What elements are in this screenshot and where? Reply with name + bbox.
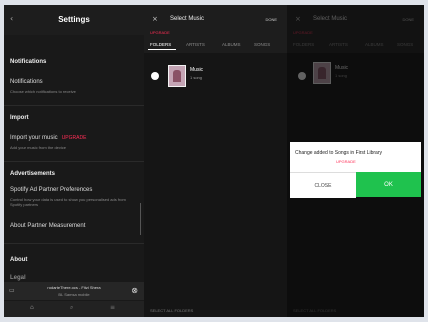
mini-player-subtitle: BL Samsa mobile (58, 292, 90, 297)
bottom-tab-bar: ⌂ ⌕ ≡ (4, 301, 144, 317)
dialog-upgrade-label: UPGRADE (336, 159, 356, 164)
folder-subtitle: 1 song (190, 75, 203, 80)
close-icon: × (295, 15, 301, 23)
divider (4, 105, 144, 106)
folder-artwork (313, 62, 331, 84)
select-music-header: × Select Music DONE UPGRADE FOLDERS ARTI… (287, 5, 424, 53)
section-header-about: About (10, 257, 28, 263)
partner-measurement-item[interactable]: About Partner Measurement (10, 223, 85, 229)
page-title: Select Music (170, 16, 205, 22)
tab-songs[interactable]: SONGS (254, 42, 270, 47)
tab-songs: SONGS (397, 42, 414, 47)
tab-artists[interactable]: ARTISTS (186, 42, 205, 47)
import-item-label: Import your music (10, 135, 58, 141)
notifications-subtitle: Choose which notifications to receive (10, 89, 76, 94)
select-music-screen: × Select Music DONE UPGRADE FOLDERS ARTI… (144, 5, 287, 317)
import-item[interactable]: Import your music UPGRADE (10, 135, 86, 141)
folder-title: Music (190, 67, 204, 73)
select-all-folders-button[interactable]: SELECT ALL FOLDERS (150, 308, 193, 313)
scrollbar[interactable] (140, 203, 141, 235)
active-tab-indicator (148, 49, 176, 50)
radio-button (298, 72, 306, 80)
import-subtitle: Add your music from the device (10, 145, 67, 150)
settings-screen: ‹ Settings Notifications Notifications C… (4, 5, 144, 317)
upgrade-label: UPGRADE (293, 30, 313, 35)
done-button[interactable]: DONE (265, 17, 277, 22)
folder-title: Music (335, 65, 349, 71)
tab-artists: ARTISTS (329, 42, 348, 47)
ok-button[interactable]: OK (356, 172, 421, 197)
tab-albums: ALBUMS (365, 42, 384, 47)
divider (4, 243, 144, 244)
home-icon[interactable]: ⌂ (30, 305, 34, 311)
dialog-message: Change added to Songs in First Library (295, 150, 382, 156)
section-header-import: Import (10, 115, 29, 121)
select-music-header: × Select Music DONE UPGRADE FOLDERS ARTI… (144, 5, 287, 53)
section-header-advertisements: Advertisements (10, 171, 56, 177)
folder-artwork (168, 65, 186, 87)
page-title: Select Music (313, 16, 348, 22)
divider (4, 161, 144, 162)
folder-subtitle: 1 song (335, 73, 348, 78)
tab-albums[interactable]: ALBUMS (222, 42, 241, 47)
mini-player-title: rodarteThere.ocs - Fitzi Shera (47, 285, 101, 290)
page-title: Settings (58, 15, 90, 24)
confirmation-dialog: Change added to Songs in First Library U… (290, 142, 421, 198)
close-icon[interactable]: × (152, 16, 158, 23)
ad-partner-preferences-item[interactable]: Spotify Ad Partner Preferences (10, 187, 92, 193)
search-icon[interactable]: ⌕ (70, 305, 73, 311)
section-header-notifications: Notifications (10, 59, 47, 65)
tab-folders: FOLDERS (293, 42, 315, 47)
library-icon[interactable]: ≡ (110, 305, 115, 311)
section-header-legal: Legal (10, 275, 26, 281)
upgrade-label: UPGRADE (150, 30, 170, 35)
select-music-dialog-screen: × Select Music DONE UPGRADE FOLDERS ARTI… (287, 5, 424, 317)
close-icon[interactable]: ⊗ (131, 287, 138, 295)
settings-top-bar: ‹ Settings (4, 5, 144, 35)
radio-button[interactable] (151, 72, 159, 80)
select-all-folders-button: SELECT ALL FOLDERS (293, 308, 337, 313)
tab-folders[interactable]: FOLDERS (150, 42, 171, 47)
ad-partner-subtitle: Control how your data is used to show yo… (10, 197, 126, 207)
mini-player[interactable]: ▭ rodarteThere.ocs - Fitzi Shera BL Sams… (4, 282, 144, 300)
close-button[interactable]: CLOSE (290, 172, 356, 198)
notifications-item[interactable]: Notifications (10, 79, 43, 85)
upgrade-badge: UPGRADE (61, 135, 87, 141)
done-button: DONE (402, 17, 414, 22)
